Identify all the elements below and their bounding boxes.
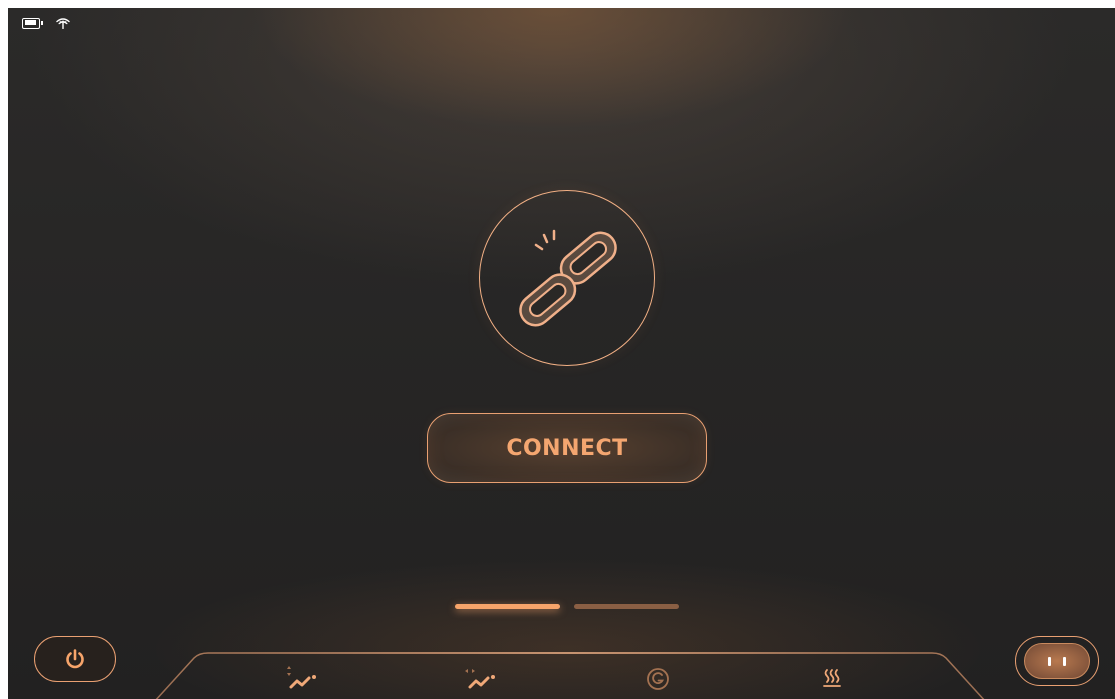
horizontal-wave-mode-icon (465, 669, 495, 689)
mode-bar-outline (155, 652, 985, 699)
vertical-wave-mode-button[interactable] (281, 663, 321, 695)
page-indicator-dot-2[interactable] (574, 603, 679, 609)
connect-button-label: CONNECT (506, 435, 628, 461)
heat-mode-button[interactable] (813, 663, 853, 695)
connect-button[interactable]: CONNECT (427, 413, 707, 483)
robot-face-icon (1024, 643, 1090, 679)
robot-left-eye (1048, 656, 1051, 666)
app-screen: CONNECT (8, 8, 1115, 699)
g-mode-button[interactable] (638, 663, 678, 695)
wifi-icon (56, 17, 70, 29)
horizontal-wave-mode-button[interactable] (460, 663, 500, 695)
page-indicator (455, 602, 679, 610)
robot-assistant-button[interactable] (1015, 636, 1099, 686)
robot-right-eye (1063, 656, 1066, 666)
g-mode-icon (647, 668, 669, 690)
broken-link-icon (519, 229, 617, 327)
power-icon (66, 649, 84, 669)
connection-status-badge (479, 190, 655, 366)
mode-selector-bar (154, 652, 986, 699)
battery-icon (22, 17, 43, 29)
status-bar (22, 16, 70, 30)
heat-mode-icon (823, 669, 841, 687)
power-button[interactable] (34, 636, 116, 682)
vertical-wave-mode-icon (287, 666, 316, 689)
page-indicator-dot-1[interactable] (455, 603, 560, 609)
